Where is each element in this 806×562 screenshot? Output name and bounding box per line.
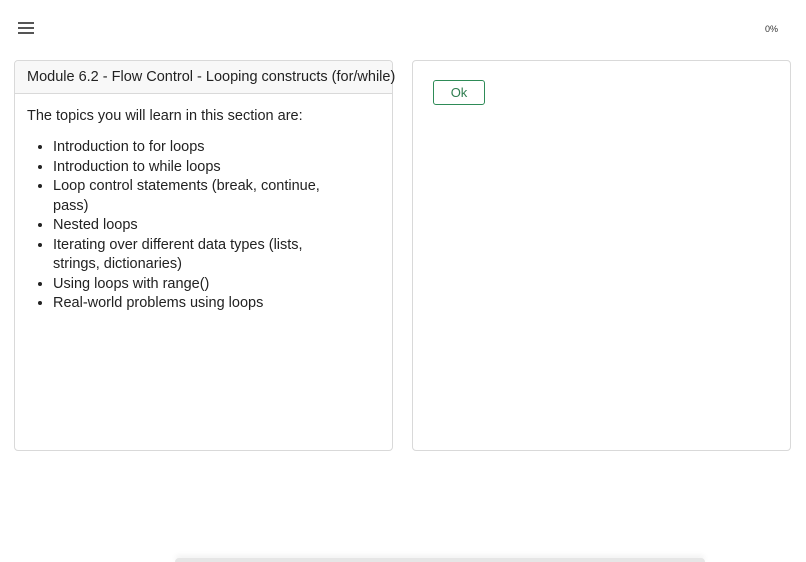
list-item: Nested loops	[53, 216, 353, 236]
module-card: Module 6.2 - Flow Control - Looping cons…	[14, 60, 395, 451]
list-item: Using loops with range()	[53, 275, 353, 295]
topics-intro: The topics you will learn in this sectio…	[27, 108, 303, 124]
ok-button[interactable]: Ok	[433, 80, 485, 105]
progress-percentage: 0%	[764, 24, 778, 34]
list-item: Introduction to for loops	[53, 138, 353, 158]
top-bar: 0%	[0, 0, 806, 58]
action-card: Ok	[412, 60, 791, 451]
list-item: Iterating over different data types (lis…	[53, 236, 353, 275]
module-title: Module 6.2 - Flow Control - Looping cons…	[15, 61, 395, 94]
hamburger-menu-icon[interactable]	[18, 22, 36, 36]
bottom-panel-edge	[175, 558, 705, 562]
list-item: Loop control statements (break, continue…	[53, 177, 353, 216]
topics-list: Introduction to for loops Introduction t…	[15, 138, 353, 314]
list-item: Introduction to while loops	[53, 158, 353, 178]
list-item: Real-world problems using loops	[53, 294, 353, 314]
